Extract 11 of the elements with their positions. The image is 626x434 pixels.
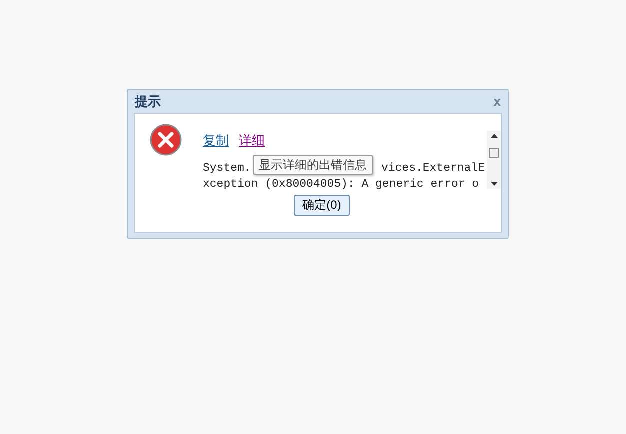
error-icon: [150, 124, 182, 156]
link[interactable]: 详细: [239, 131, 265, 150]
ok-button[interactable]: 确定(0): [294, 194, 350, 216]
window-title: 提示: [135, 92, 161, 111]
tooltip: 显示详细的出错信息: [253, 155, 373, 175]
error-text: System.: [203, 160, 252, 176]
link[interactable]: 复制: [203, 131, 229, 150]
error-text: vices.ExternalE: [381, 160, 485, 176]
error-text: xception (0x80004005): A generic error o: [203, 176, 480, 192]
scroll-down-icon: [490, 182, 498, 186]
scroll-up-icon: [490, 134, 498, 138]
